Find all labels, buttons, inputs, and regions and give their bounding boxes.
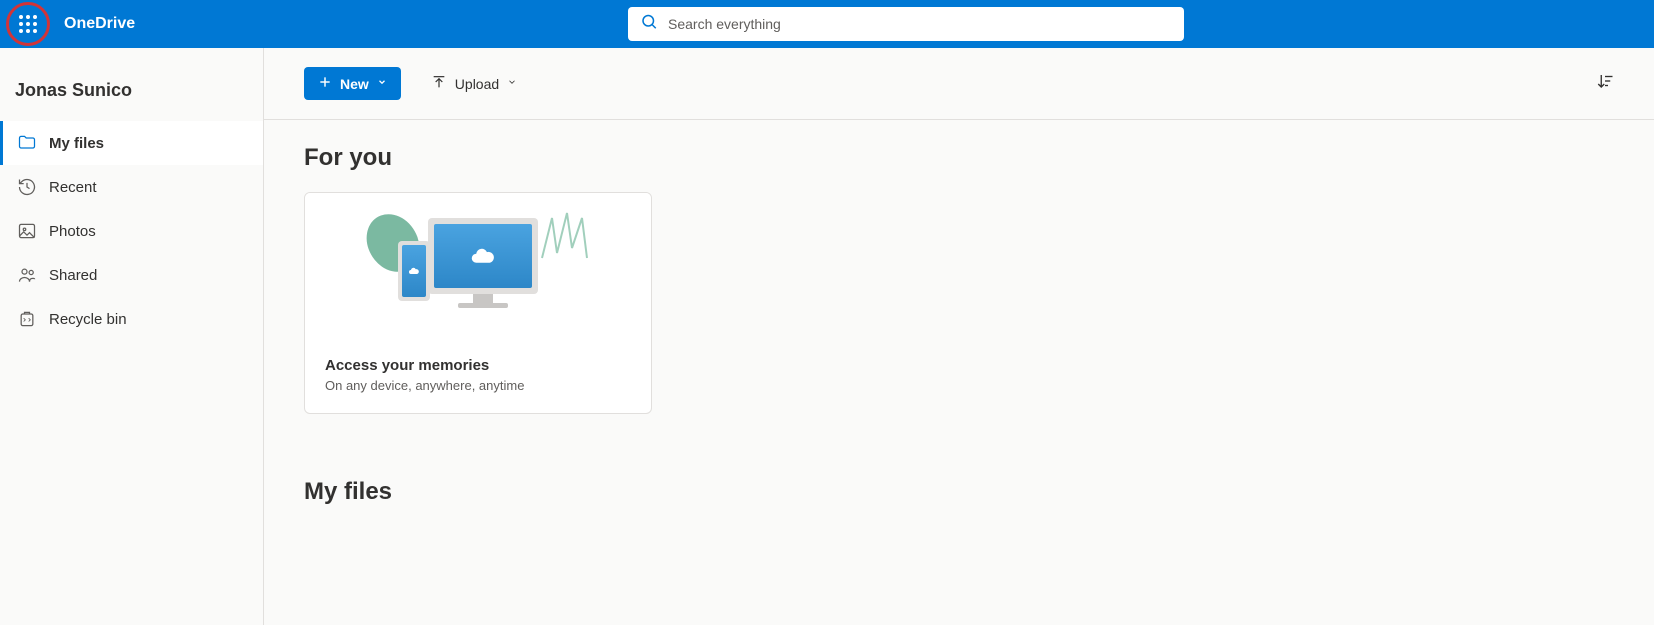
sort-button[interactable]	[1596, 72, 1614, 95]
upload-icon	[431, 74, 447, 93]
search-container	[628, 7, 1184, 41]
main-content: New Upload	[264, 48, 1654, 625]
sidebar-item-label: Photos	[49, 223, 96, 240]
sidebar-item-recent[interactable]: Recent	[0, 165, 263, 209]
upload-button-label: Upload	[455, 76, 499, 92]
app-header: OneDrive	[0, 0, 1654, 48]
sidebar-item-my-files[interactable]: My files	[0, 121, 263, 165]
memory-card-subtitle: On any device, anywhere, anytime	[325, 378, 631, 393]
upload-button[interactable]: Upload	[417, 66, 531, 101]
new-button[interactable]: New	[304, 67, 401, 100]
sidebar-item-label: Recycle bin	[49, 311, 127, 328]
user-name-label: Jonas Sunico	[0, 68, 263, 121]
search-icon	[640, 13, 658, 36]
cloud-icon	[408, 267, 420, 275]
sidebar-item-label: Recent	[49, 179, 97, 196]
plus-icon	[318, 75, 332, 92]
cloud-icon	[469, 247, 497, 265]
new-button-label: New	[340, 76, 369, 92]
memory-card-title: Access your memories	[325, 357, 631, 374]
chevron-down-icon	[377, 77, 387, 90]
trash-icon	[17, 309, 37, 329]
search-input[interactable]	[628, 7, 1184, 41]
toolbar: New Upload	[264, 48, 1654, 120]
sidebar: Jonas Sunico My files Recent	[0, 48, 264, 625]
chevron-down-icon	[507, 77, 517, 90]
my-files-section: My files	[264, 438, 1654, 550]
app-launcher-button[interactable]	[8, 4, 48, 44]
sidebar-item-label: Shared	[49, 267, 97, 284]
people-icon	[17, 265, 37, 285]
clock-icon	[17, 177, 37, 197]
image-icon	[17, 221, 37, 241]
for-you-title: For you	[304, 144, 1614, 172]
for-you-section: For you	[264, 120, 1654, 438]
highlight-circle	[6, 2, 50, 46]
memory-illustration	[305, 193, 651, 353]
folder-icon	[17, 133, 37, 153]
sidebar-item-recycle-bin[interactable]: Recycle bin	[0, 297, 263, 341]
sidebar-item-shared[interactable]: Shared	[0, 253, 263, 297]
app-name: OneDrive	[64, 15, 135, 33]
my-files-title: My files	[304, 478, 1614, 506]
memory-card[interactable]: Access your memories On any device, anyw…	[304, 192, 652, 414]
sidebar-item-label: My files	[49, 135, 104, 152]
sidebar-item-photos[interactable]: Photos	[0, 209, 263, 253]
